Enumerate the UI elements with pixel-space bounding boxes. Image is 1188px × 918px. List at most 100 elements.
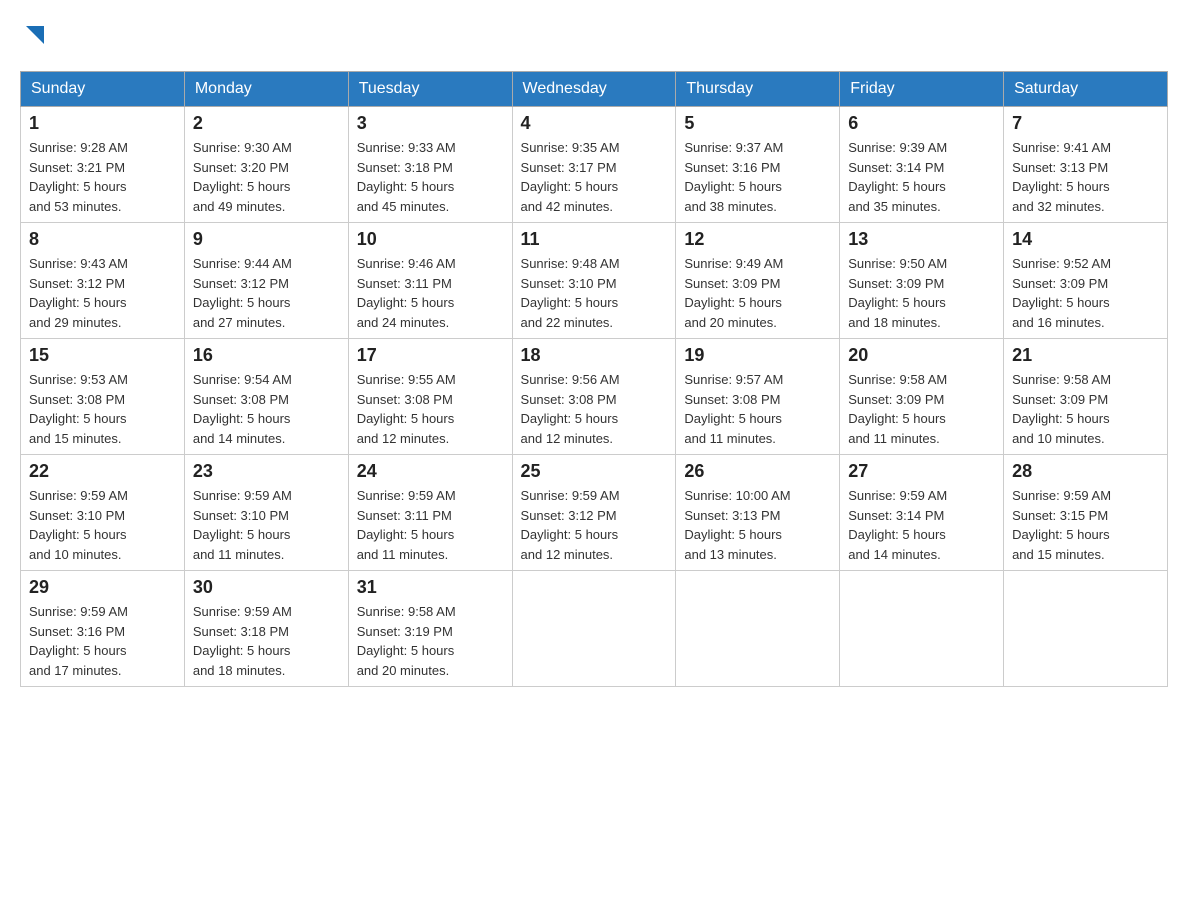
- weekday-header-sunday: Sunday: [21, 72, 185, 107]
- day-number: 22: [29, 461, 176, 482]
- day-number: 23: [193, 461, 340, 482]
- day-info: Sunrise: 9:37 AM Sunset: 3:16 PM Dayligh…: [684, 138, 831, 216]
- day-number: 27: [848, 461, 995, 482]
- day-number: 18: [521, 345, 668, 366]
- day-info: Sunrise: 9:49 AM Sunset: 3:09 PM Dayligh…: [684, 254, 831, 332]
- calendar-cell: 16 Sunrise: 9:54 AM Sunset: 3:08 PM Dayl…: [184, 339, 348, 455]
- day-info: Sunrise: 9:48 AM Sunset: 3:10 PM Dayligh…: [521, 254, 668, 332]
- day-number: 2: [193, 113, 340, 134]
- calendar-cell: 10 Sunrise: 9:46 AM Sunset: 3:11 PM Dayl…: [348, 223, 512, 339]
- day-number: 25: [521, 461, 668, 482]
- calendar-cell: 13 Sunrise: 9:50 AM Sunset: 3:09 PM Dayl…: [840, 223, 1004, 339]
- day-number: 24: [357, 461, 504, 482]
- calendar-cell: 21 Sunrise: 9:58 AM Sunset: 3:09 PM Dayl…: [1004, 339, 1168, 455]
- day-info: Sunrise: 9:54 AM Sunset: 3:08 PM Dayligh…: [193, 370, 340, 448]
- day-number: 30: [193, 577, 340, 598]
- calendar-cell: 29 Sunrise: 9:59 AM Sunset: 3:16 PM Dayl…: [21, 571, 185, 687]
- day-info: Sunrise: 9:58 AM Sunset: 3:19 PM Dayligh…: [357, 602, 504, 680]
- calendar-cell: 7 Sunrise: 9:41 AM Sunset: 3:13 PM Dayli…: [1004, 107, 1168, 223]
- day-info: Sunrise: 9:44 AM Sunset: 3:12 PM Dayligh…: [193, 254, 340, 332]
- calendar-cell: [512, 571, 676, 687]
- day-info: Sunrise: 9:52 AM Sunset: 3:09 PM Dayligh…: [1012, 254, 1159, 332]
- calendar-cell: 12 Sunrise: 9:49 AM Sunset: 3:09 PM Dayl…: [676, 223, 840, 339]
- day-number: 19: [684, 345, 831, 366]
- day-number: 16: [193, 345, 340, 366]
- page-header: [20, 20, 1168, 51]
- calendar-week-row: 1 Sunrise: 9:28 AM Sunset: 3:21 PM Dayli…: [21, 107, 1168, 223]
- day-number: 26: [684, 461, 831, 482]
- day-info: Sunrise: 9:57 AM Sunset: 3:08 PM Dayligh…: [684, 370, 831, 448]
- calendar-cell: 27 Sunrise: 9:59 AM Sunset: 3:14 PM Dayl…: [840, 455, 1004, 571]
- day-number: 7: [1012, 113, 1159, 134]
- calendar-cell: 18 Sunrise: 9:56 AM Sunset: 3:08 PM Dayl…: [512, 339, 676, 455]
- day-number: 15: [29, 345, 176, 366]
- day-number: 12: [684, 229, 831, 250]
- day-number: 10: [357, 229, 504, 250]
- day-info: Sunrise: 9:56 AM Sunset: 3:08 PM Dayligh…: [521, 370, 668, 448]
- day-info: Sunrise: 9:59 AM Sunset: 3:11 PM Dayligh…: [357, 486, 504, 564]
- calendar-cell: [1004, 571, 1168, 687]
- calendar-cell: 8 Sunrise: 9:43 AM Sunset: 3:12 PM Dayli…: [21, 223, 185, 339]
- day-info: Sunrise: 9:33 AM Sunset: 3:18 PM Dayligh…: [357, 138, 504, 216]
- calendar-cell: 20 Sunrise: 9:58 AM Sunset: 3:09 PM Dayl…: [840, 339, 1004, 455]
- day-number: 5: [684, 113, 831, 134]
- day-info: Sunrise: 9:35 AM Sunset: 3:17 PM Dayligh…: [521, 138, 668, 216]
- weekday-header-friday: Friday: [840, 72, 1004, 107]
- calendar-cell: 30 Sunrise: 9:59 AM Sunset: 3:18 PM Dayl…: [184, 571, 348, 687]
- day-number: 17: [357, 345, 504, 366]
- calendar-week-row: 15 Sunrise: 9:53 AM Sunset: 3:08 PM Dayl…: [21, 339, 1168, 455]
- day-number: 11: [521, 229, 668, 250]
- calendar-cell: 9 Sunrise: 9:44 AM Sunset: 3:12 PM Dayli…: [184, 223, 348, 339]
- day-info: Sunrise: 9:58 AM Sunset: 3:09 PM Dayligh…: [848, 370, 995, 448]
- day-number: 21: [1012, 345, 1159, 366]
- calendar-cell: 2 Sunrise: 9:30 AM Sunset: 3:20 PM Dayli…: [184, 107, 348, 223]
- weekday-header-monday: Monday: [184, 72, 348, 107]
- day-info: Sunrise: 9:58 AM Sunset: 3:09 PM Dayligh…: [1012, 370, 1159, 448]
- calendar-cell: 19 Sunrise: 9:57 AM Sunset: 3:08 PM Dayl…: [676, 339, 840, 455]
- day-number: 13: [848, 229, 995, 250]
- day-number: 29: [29, 577, 176, 598]
- day-number: 20: [848, 345, 995, 366]
- calendar-cell: 14 Sunrise: 9:52 AM Sunset: 3:09 PM Dayl…: [1004, 223, 1168, 339]
- day-number: 8: [29, 229, 176, 250]
- calendar-cell: 1 Sunrise: 9:28 AM Sunset: 3:21 PM Dayli…: [21, 107, 185, 223]
- calendar-cell: 15 Sunrise: 9:53 AM Sunset: 3:08 PM Dayl…: [21, 339, 185, 455]
- weekday-header-thursday: Thursday: [676, 72, 840, 107]
- calendar-cell: 11 Sunrise: 9:48 AM Sunset: 3:10 PM Dayl…: [512, 223, 676, 339]
- calendar-cell: 4 Sunrise: 9:35 AM Sunset: 3:17 PM Dayli…: [512, 107, 676, 223]
- day-info: Sunrise: 9:55 AM Sunset: 3:08 PM Dayligh…: [357, 370, 504, 448]
- day-info: Sunrise: 9:59 AM Sunset: 3:10 PM Dayligh…: [193, 486, 340, 564]
- calendar-cell: 28 Sunrise: 9:59 AM Sunset: 3:15 PM Dayl…: [1004, 455, 1168, 571]
- calendar-cell: 17 Sunrise: 9:55 AM Sunset: 3:08 PM Dayl…: [348, 339, 512, 455]
- calendar-cell: 22 Sunrise: 9:59 AM Sunset: 3:10 PM Dayl…: [21, 455, 185, 571]
- weekday-header-tuesday: Tuesday: [348, 72, 512, 107]
- calendar-header-row: SundayMondayTuesdayWednesdayThursdayFrid…: [21, 72, 1168, 107]
- calendar-cell: [840, 571, 1004, 687]
- calendar-cell: [676, 571, 840, 687]
- calendar-cell: 24 Sunrise: 9:59 AM Sunset: 3:11 PM Dayl…: [348, 455, 512, 571]
- day-info: Sunrise: 9:59 AM Sunset: 3:12 PM Dayligh…: [521, 486, 668, 564]
- calendar-cell: 6 Sunrise: 9:39 AM Sunset: 3:14 PM Dayli…: [840, 107, 1004, 223]
- day-number: 28: [1012, 461, 1159, 482]
- day-number: 31: [357, 577, 504, 598]
- weekday-header-saturday: Saturday: [1004, 72, 1168, 107]
- day-number: 14: [1012, 229, 1159, 250]
- day-info: Sunrise: 9:39 AM Sunset: 3:14 PM Dayligh…: [848, 138, 995, 216]
- day-info: Sunrise: 9:59 AM Sunset: 3:18 PM Dayligh…: [193, 602, 340, 680]
- logo-arrow-icon: [24, 24, 46, 51]
- calendar-cell: 31 Sunrise: 9:58 AM Sunset: 3:19 PM Dayl…: [348, 571, 512, 687]
- weekday-header-wednesday: Wednesday: [512, 72, 676, 107]
- day-info: Sunrise: 9:59 AM Sunset: 3:10 PM Dayligh…: [29, 486, 176, 564]
- day-info: Sunrise: 9:53 AM Sunset: 3:08 PM Dayligh…: [29, 370, 176, 448]
- day-number: 4: [521, 113, 668, 134]
- day-info: Sunrise: 9:59 AM Sunset: 3:14 PM Dayligh…: [848, 486, 995, 564]
- calendar-cell: 26 Sunrise: 10:00 AM Sunset: 3:13 PM Day…: [676, 455, 840, 571]
- calendar-cell: 25 Sunrise: 9:59 AM Sunset: 3:12 PM Dayl…: [512, 455, 676, 571]
- calendar-week-row: 29 Sunrise: 9:59 AM Sunset: 3:16 PM Dayl…: [21, 571, 1168, 687]
- day-info: Sunrise: 9:59 AM Sunset: 3:15 PM Dayligh…: [1012, 486, 1159, 564]
- day-info: Sunrise: 9:41 AM Sunset: 3:13 PM Dayligh…: [1012, 138, 1159, 216]
- calendar-cell: 5 Sunrise: 9:37 AM Sunset: 3:16 PM Dayli…: [676, 107, 840, 223]
- day-info: Sunrise: 9:59 AM Sunset: 3:16 PM Dayligh…: [29, 602, 176, 680]
- day-info: Sunrise: 9:43 AM Sunset: 3:12 PM Dayligh…: [29, 254, 176, 332]
- day-info: Sunrise: 9:46 AM Sunset: 3:11 PM Dayligh…: [357, 254, 504, 332]
